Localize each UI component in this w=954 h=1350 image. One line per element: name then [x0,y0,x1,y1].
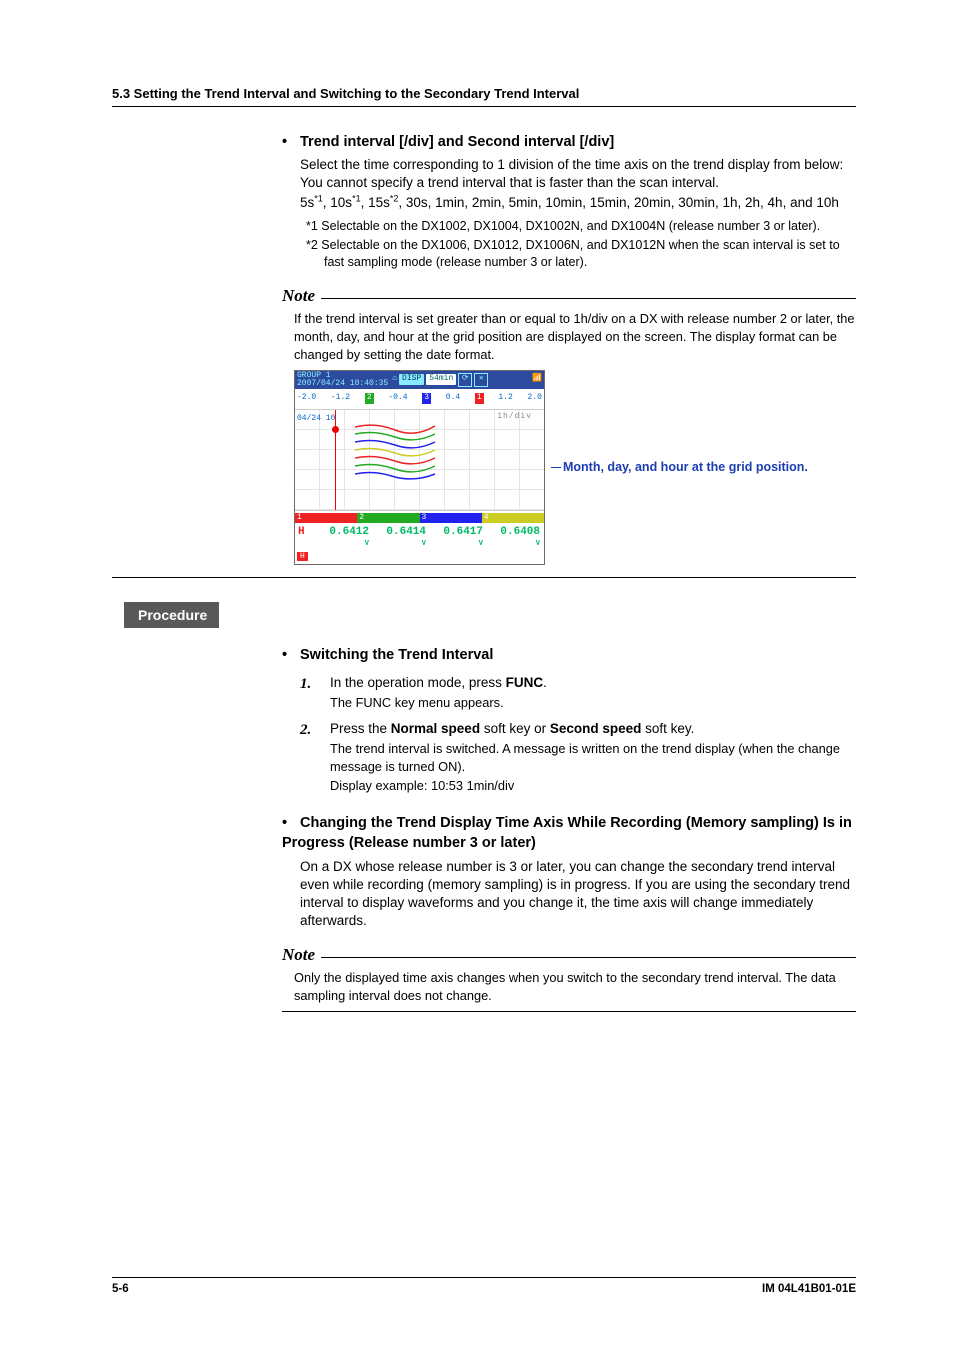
note-rule-2 [321,957,856,958]
page-number: 5-6 [112,1282,129,1298]
footnote-2: *2 Selectable on the DX1006, DX1012, DX1… [306,237,856,271]
note-end-rule [282,1011,856,1012]
ss-scale: -2.0 -1.2 2 -0.4 3 0.4 1 1.2 2.0 [295,389,544,409]
ss-titlebar: GROUP 1 2007/04/24 10:40:35 ⌂ DISP 54min… [295,371,544,389]
note-rule [321,298,856,299]
body-line-2: 5s*1, 10s*1, 15s*2, 30s, 1min, 2min, 5mi… [300,195,839,210]
device-screenshot: GROUP 1 2007/04/24 10:40:35 ⌂ DISP 54min… [294,370,545,565]
switch-heading: Switching the Trend Interval [282,646,856,666]
content-block-1: Trend interval [/div] and Second interva… [282,133,856,565]
ss-waveform: 04/24 10 1h/div [295,409,544,511]
note-heading-1: Note [282,285,856,308]
note-body-1: If the trend interval is set greater tha… [294,310,856,364]
close-icon: ✕ [474,373,488,387]
change-heading: Changing the Trend Display Time Axis Whi… [282,814,856,853]
footnote-1: *1 Selectable on the DX1002, DX1004, DX1… [306,218,856,235]
body-line-1: Select the time corresponding to 1 divis… [300,157,843,190]
section-header: 5.3 Setting the Trend Interval and Switc… [112,85,856,103]
trend-interval-body: Select the time corresponding to 1 divis… [300,156,856,212]
procedure-label: Procedure [124,602,219,629]
header-rule [112,106,856,107]
ss-footer: 1 2 3 4 H 0.6412V 0.6414V 0.6417V 0.6408… [295,511,544,565]
mid-rule [112,577,856,578]
step2-sub1: The trend interval is switched. A messag… [330,740,856,776]
doc-id: IM 04L41B01-01E [762,1282,856,1298]
change-body: On a DX whose release number is 3 or lat… [300,858,856,931]
step-1: 1. In the operation mode, press FUNC. Th… [300,674,856,712]
screenshot-row: GROUP 1 2007/04/24 10:40:35 ⌂ DISP 54min… [294,370,856,565]
page: 5.3 Setting the Trend Interval and Switc… [0,0,954,1350]
page-footer: 5-6 IM 04L41B01-01E [112,1277,856,1298]
trend-interval-heading: Trend interval [/div] and Second interva… [282,133,856,153]
refresh-icon: ⟳ [458,373,472,387]
note-body-2: Only the displayed time axis changes whe… [294,969,856,1005]
step1-sub: The FUNC key menu appears. [330,694,856,712]
callout-text: Month, day, and hour at the grid positio… [563,459,808,476]
procedure-block: Switching the Trend Interval 1. In the o… [282,646,856,1012]
note-label-2: Note [282,944,315,967]
step2-sub2: Display example: 10:53 1min/div [330,777,856,795]
note-label: Note [282,285,315,308]
note-heading-2: Note [282,944,856,967]
callout: Month, day, and hour at the grid positio… [551,459,808,476]
step-2: 2. Press the Normal speed soft key or Se… [300,720,856,795]
wave-icon [355,422,445,482]
